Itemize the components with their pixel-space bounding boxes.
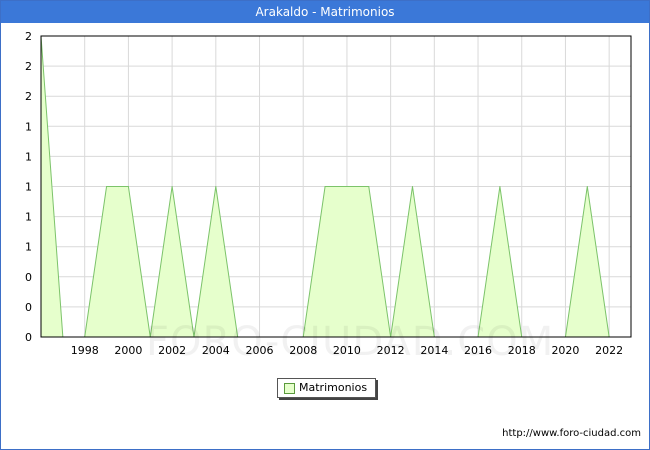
data-point	[499, 186, 501, 187]
y-tick-label: 0	[25, 301, 32, 314]
data-point	[215, 186, 217, 187]
y-tick-label: 2	[25, 30, 32, 43]
data-point	[346, 186, 348, 187]
legend-swatch	[284, 383, 295, 394]
x-tick-label: 2020	[551, 344, 579, 357]
data-point	[324, 186, 326, 187]
legend-label: Matrimonios	[299, 381, 368, 394]
y-tick-label: 1	[25, 181, 32, 194]
y-tick-label: 0	[25, 271, 32, 284]
y-tick-label: 2	[25, 90, 32, 103]
x-tick-label: 1998	[71, 344, 99, 357]
x-tick-label: 2022	[595, 344, 623, 357]
legend: Matrimonios	[277, 378, 376, 398]
y-tick-label: 1	[25, 120, 32, 133]
y-tick-label: 1	[25, 241, 32, 254]
source-url: http://www.foro-ciudad.com	[502, 428, 641, 439]
data-point	[127, 186, 129, 187]
y-tick-label: 1	[25, 211, 32, 224]
chart-svg: 000111112221998 2000 2002 2004 2006 2008 2010 2…	[25, 30, 632, 357]
y-tick-label: 0	[25, 331, 32, 344]
data-point	[171, 186, 173, 187]
data-point	[586, 186, 588, 187]
chart-frame: Arakaldo - Matrimonios 0 0 0 1 1 1 1 1 2 2 2 1998 20…	[0, 0, 650, 450]
y-tick-label: 2	[25, 60, 32, 73]
data-point	[411, 186, 413, 187]
chart-title: Arakaldo - Matrimonios	[1, 1, 649, 23]
data-point	[106, 186, 108, 187]
data-point	[368, 186, 370, 187]
watermark: FORO-CIUDAD.COM	[146, 319, 555, 365]
x-tick-label: 2000	[114, 344, 142, 357]
y-tick-label: 1	[25, 150, 32, 163]
